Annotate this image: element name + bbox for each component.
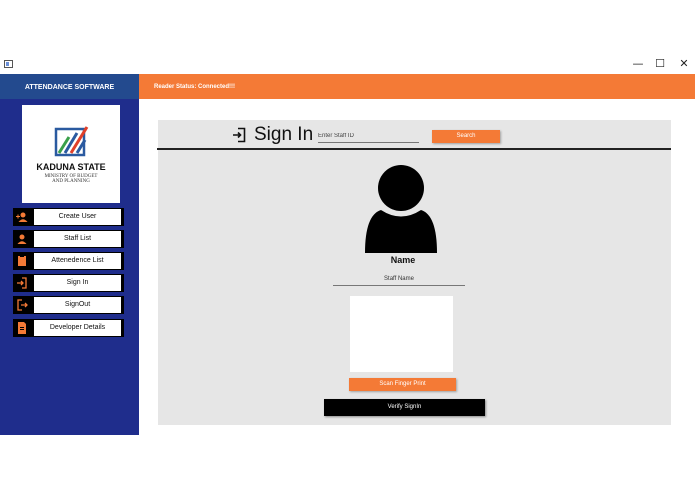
- minimize-button[interactable]: —: [631, 57, 645, 71]
- logo-subtitle-line2: AND PLANNING: [52, 179, 90, 184]
- logo-title: KADUNA STATE: [36, 162, 106, 172]
- sidebar-item-label: Developer Details: [34, 320, 121, 336]
- sidebar-item-create-user[interactable]: Create User: [13, 208, 124, 226]
- document-icon: [18, 322, 26, 334]
- add-user-icon: [16, 212, 28, 222]
- kaduna-logo: KADUNA STATE MINISTRY OF BUDGET AND PLAN…: [22, 105, 120, 203]
- sidebar: ATTENDANCE SOFTWARE KADUNA STATE MINISTR…: [0, 74, 139, 435]
- maximize-button[interactable]: ☐: [653, 57, 667, 71]
- kaduna-emblem-icon: [54, 126, 89, 157]
- sidebar-item-label: Create User: [34, 209, 121, 225]
- sign-in-icon: [17, 277, 27, 289]
- sidebar-item-label: SignOut: [34, 297, 121, 313]
- sidebar-item-developer-details[interactable]: Developer Details: [13, 319, 124, 337]
- sign-in-header: Sign In Search: [157, 120, 671, 150]
- app-window: — ☐ ✕ ATTENDANCE SOFTWARE KADUNA STATE M…: [0, 0, 695, 494]
- page-title: Sign In: [254, 124, 314, 145]
- user-avatar-icon: [365, 165, 437, 253]
- user-icon: [17, 234, 27, 244]
- header-divider: [157, 148, 671, 150]
- scan-fingerprint-button[interactable]: Scan Finger Print: [349, 378, 456, 391]
- sidebar-item-label: Sign In: [34, 275, 121, 291]
- app-icon: [4, 60, 13, 68]
- status-bar: Reader Status: Connected!!!: [139, 74, 695, 99]
- verify-signin-button[interactable]: Verify SignIn: [324, 399, 485, 416]
- sidebar-item-sign-in[interactable]: Sign In: [13, 274, 124, 292]
- sidebar-item-label: Staff List: [34, 231, 121, 247]
- sidebar-item-staff-list[interactable]: Staff List: [13, 230, 124, 248]
- clipboard-icon: [18, 255, 26, 266]
- sidebar-item-label: Attenedence List: [34, 253, 121, 269]
- close-button[interactable]: ✕: [677, 57, 691, 71]
- reader-status: Reader Status: Connected!!!: [154, 84, 236, 90]
- title-bar: — ☐ ✕: [0, 56, 695, 74]
- sidebar-item-attendance-list[interactable]: Attenedence List: [13, 252, 124, 270]
- staff-name-field: Staff Name: [333, 273, 465, 286]
- sidebar-header: ATTENDANCE SOFTWARE: [0, 74, 139, 99]
- name-label: Name: [390, 255, 416, 265]
- staff-id-input[interactable]: [318, 130, 419, 143]
- sidebar-item-sign-out[interactable]: SignOut: [13, 296, 124, 314]
- logo-subtitle: MINISTRY OF BUDGET AND PLANNING: [22, 174, 120, 184]
- sign-in-icon: [233, 127, 246, 143]
- sign-in-panel: Sign In Search Name Staff Name Scan Fing…: [157, 120, 671, 425]
- search-button[interactable]: Search: [432, 130, 500, 143]
- fingerprint-preview: [350, 296, 453, 372]
- sign-out-icon: [17, 299, 28, 311]
